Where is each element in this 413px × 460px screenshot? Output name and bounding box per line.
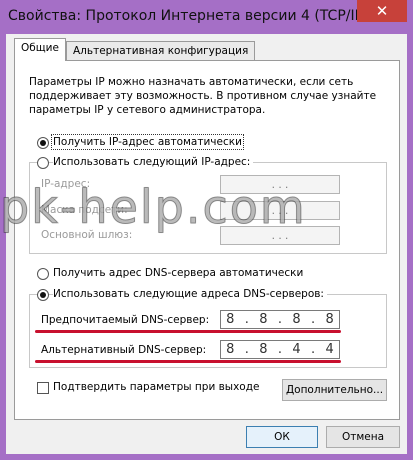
ip-auto-label[interactable]: Получить IP-адрес автоматически xyxy=(51,134,244,150)
ip-address-label: IP-адрес: xyxy=(41,178,91,190)
validate-checkbox[interactable] xyxy=(37,382,49,394)
preferred-dns-input[interactable]: 8. 8. 8. 8 xyxy=(220,310,340,329)
tab-alternate-config[interactable]: Альтернативная конфигурация xyxy=(66,41,256,61)
ip-manual-radio[interactable] xyxy=(37,157,49,169)
close-button[interactable]: ✕ xyxy=(357,0,407,22)
dialog-client: Общие Альтернативная конфигурация Параме… xyxy=(6,34,407,454)
ip-auto-radio[interactable] xyxy=(37,137,49,149)
tab-general[interactable]: Общие xyxy=(14,38,66,61)
ip-manual-label[interactable]: Использовать следующий IP-адрес: xyxy=(53,156,254,168)
subnet-mask-label: Маска подсети: xyxy=(41,204,128,216)
advanced-button[interactable]: Дополнительно... xyxy=(282,379,387,401)
dns-auto-radio[interactable] xyxy=(37,268,49,280)
alternate-dns-highlight xyxy=(35,360,341,363)
ip-address-input: . . . xyxy=(220,175,340,194)
preferred-dns-highlight xyxy=(35,330,341,333)
close-icon: ✕ xyxy=(375,2,389,20)
gateway-label: Основной шлюз: xyxy=(41,229,133,241)
intro-text: Параметры IP можно назначать автоматичес… xyxy=(29,76,377,116)
alternate-dns-input[interactable]: 8. 8. 4. 4 xyxy=(220,340,340,359)
subnet-mask-input: . . . xyxy=(220,201,340,220)
title-bar: Свойства: Протокол Интернета версии 4 (T… xyxy=(0,0,413,34)
dns-manual-label[interactable]: Использовать следующие адреса DNS-сервер… xyxy=(53,288,327,300)
validate-label[interactable]: Подтвердить параметры при выходе xyxy=(53,381,259,393)
preferred-dns-label: Предпочитаемый DNS-сервер: xyxy=(41,314,210,326)
dns-manual-radio[interactable] xyxy=(37,289,49,301)
gateway-input: . . . xyxy=(220,226,340,245)
general-panel: Параметры IP можно назначать автоматичес… xyxy=(14,60,400,420)
dns-auto-label[interactable]: Получить адрес DNS-сервера автоматически xyxy=(53,267,303,279)
cancel-button[interactable]: Отмена xyxy=(326,426,400,448)
alternate-dns-label: Альтернативный DNS-сервер: xyxy=(41,344,207,356)
window-title: Свойства: Протокол Интернета версии 4 (T… xyxy=(8,8,386,24)
ok-button[interactable]: ОК xyxy=(246,426,318,448)
